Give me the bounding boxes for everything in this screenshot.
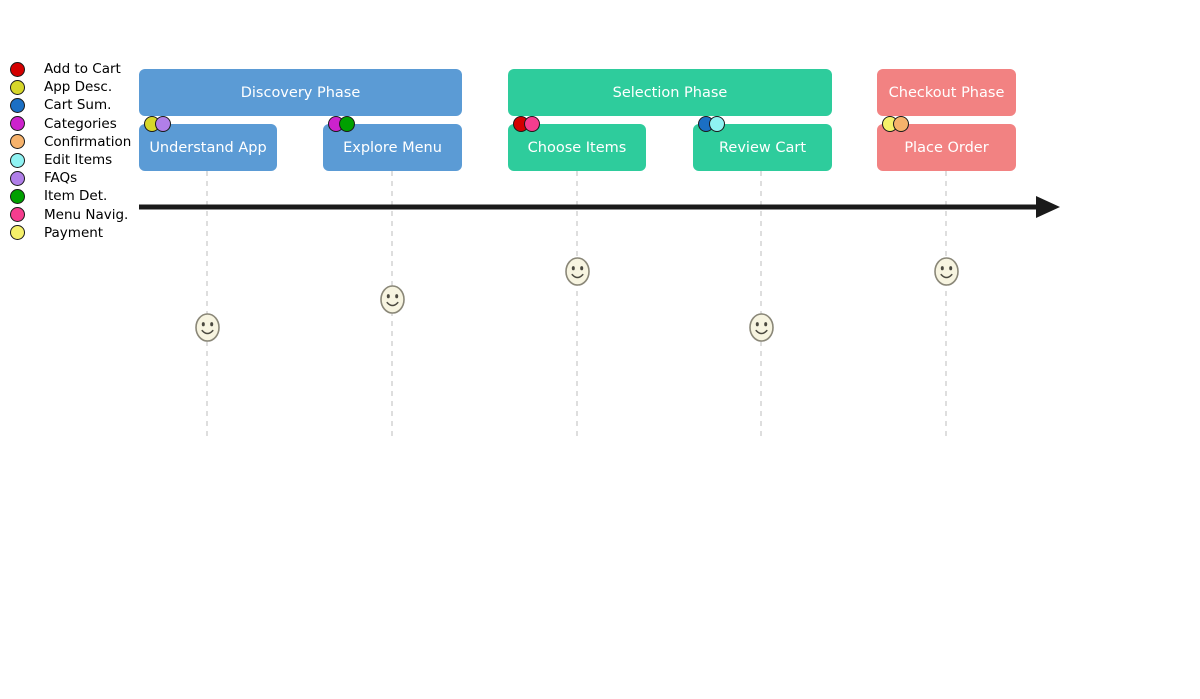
legend-dot-icon <box>10 225 25 241</box>
legend-item-label: Cart Sum. <box>44 97 112 114</box>
legend-item-label: Add to Cart <box>44 61 121 77</box>
legend-dot-icon <box>10 61 25 77</box>
phase-label: Selection Phase <box>612 84 728 101</box>
step-touchpoint-dot-icon <box>524 116 540 132</box>
legend-item[interactable]: Edit Items <box>0 151 140 169</box>
legend-item-label: Categories <box>44 115 117 132</box>
legend: Add to Cart App Desc. Cart Sum. Categories C… <box>0 60 140 242</box>
step-label: Explore Menu <box>343 139 442 156</box>
legend-item[interactable]: Payment <box>0 224 140 242</box>
phase-box[interactable]: Checkout Phase <box>877 69 1016 116</box>
legend-item-label: FAQs <box>44 170 78 187</box>
smiley-face-icon <box>564 256 591 287</box>
legend-dot-icon <box>10 79 25 95</box>
step-label: Understand App <box>149 139 267 156</box>
legend-item[interactable]: Cart Sum. <box>0 96 140 114</box>
legend-item-label: App Desc. <box>44 79 113 96</box>
smiley-face-icon <box>194 312 221 343</box>
smiley-face-icon <box>379 284 406 315</box>
step-touchpoint-dot-icon <box>709 116 725 132</box>
legend-dot-icon <box>10 170 25 186</box>
smiley-face-icon <box>933 256 960 287</box>
phase-label: Checkout Phase <box>888 84 1005 101</box>
legend-item[interactable]: Categories <box>0 115 140 133</box>
legend-item-label: Confirmation <box>44 133 132 150</box>
step-label: Place Order <box>904 139 989 156</box>
legend-dot-icon <box>10 152 25 168</box>
legend-item-label: Menu Navig. <box>44 206 129 223</box>
arrow-right-icon <box>1036 196 1060 218</box>
step-touchpoint-dot-icon <box>339 116 355 132</box>
legend-dot-icon <box>10 97 25 113</box>
legend-item-label: Item Det. <box>44 188 108 205</box>
phase-label: Discovery Phase <box>240 84 361 101</box>
legend-dot-icon <box>10 116 25 132</box>
phase-box[interactable]: Selection Phase <box>508 69 832 116</box>
step-label: Choose Items <box>527 139 627 156</box>
legend-item[interactable]: Add to Cart <box>0 60 140 78</box>
legend-dot-icon <box>10 207 25 223</box>
legend-item[interactable]: Confirmation <box>0 133 140 151</box>
step-touchpoint-dot-icon <box>893 116 909 132</box>
legend-dot-icon <box>10 188 25 204</box>
legend-item-label: Edit Items <box>44 151 113 168</box>
legend-item[interactable]: Item Det. <box>0 187 140 205</box>
legend-dot-icon <box>10 134 25 150</box>
legend-item[interactable]: App Desc. <box>0 78 140 96</box>
legend-item[interactable]: FAQs <box>0 169 140 187</box>
legend-item-label: Payment <box>44 224 104 241</box>
smiley-face-icon <box>748 312 775 343</box>
journey-map-canvas: Add to Cart App Desc. Cart Sum. Categories C… <box>0 0 1200 699</box>
step-label: Review Cart <box>719 139 806 156</box>
step-touchpoint-dot-icon <box>155 116 171 132</box>
legend-item[interactable]: Menu Navig. <box>0 206 140 224</box>
phase-box[interactable]: Discovery Phase <box>139 69 462 116</box>
